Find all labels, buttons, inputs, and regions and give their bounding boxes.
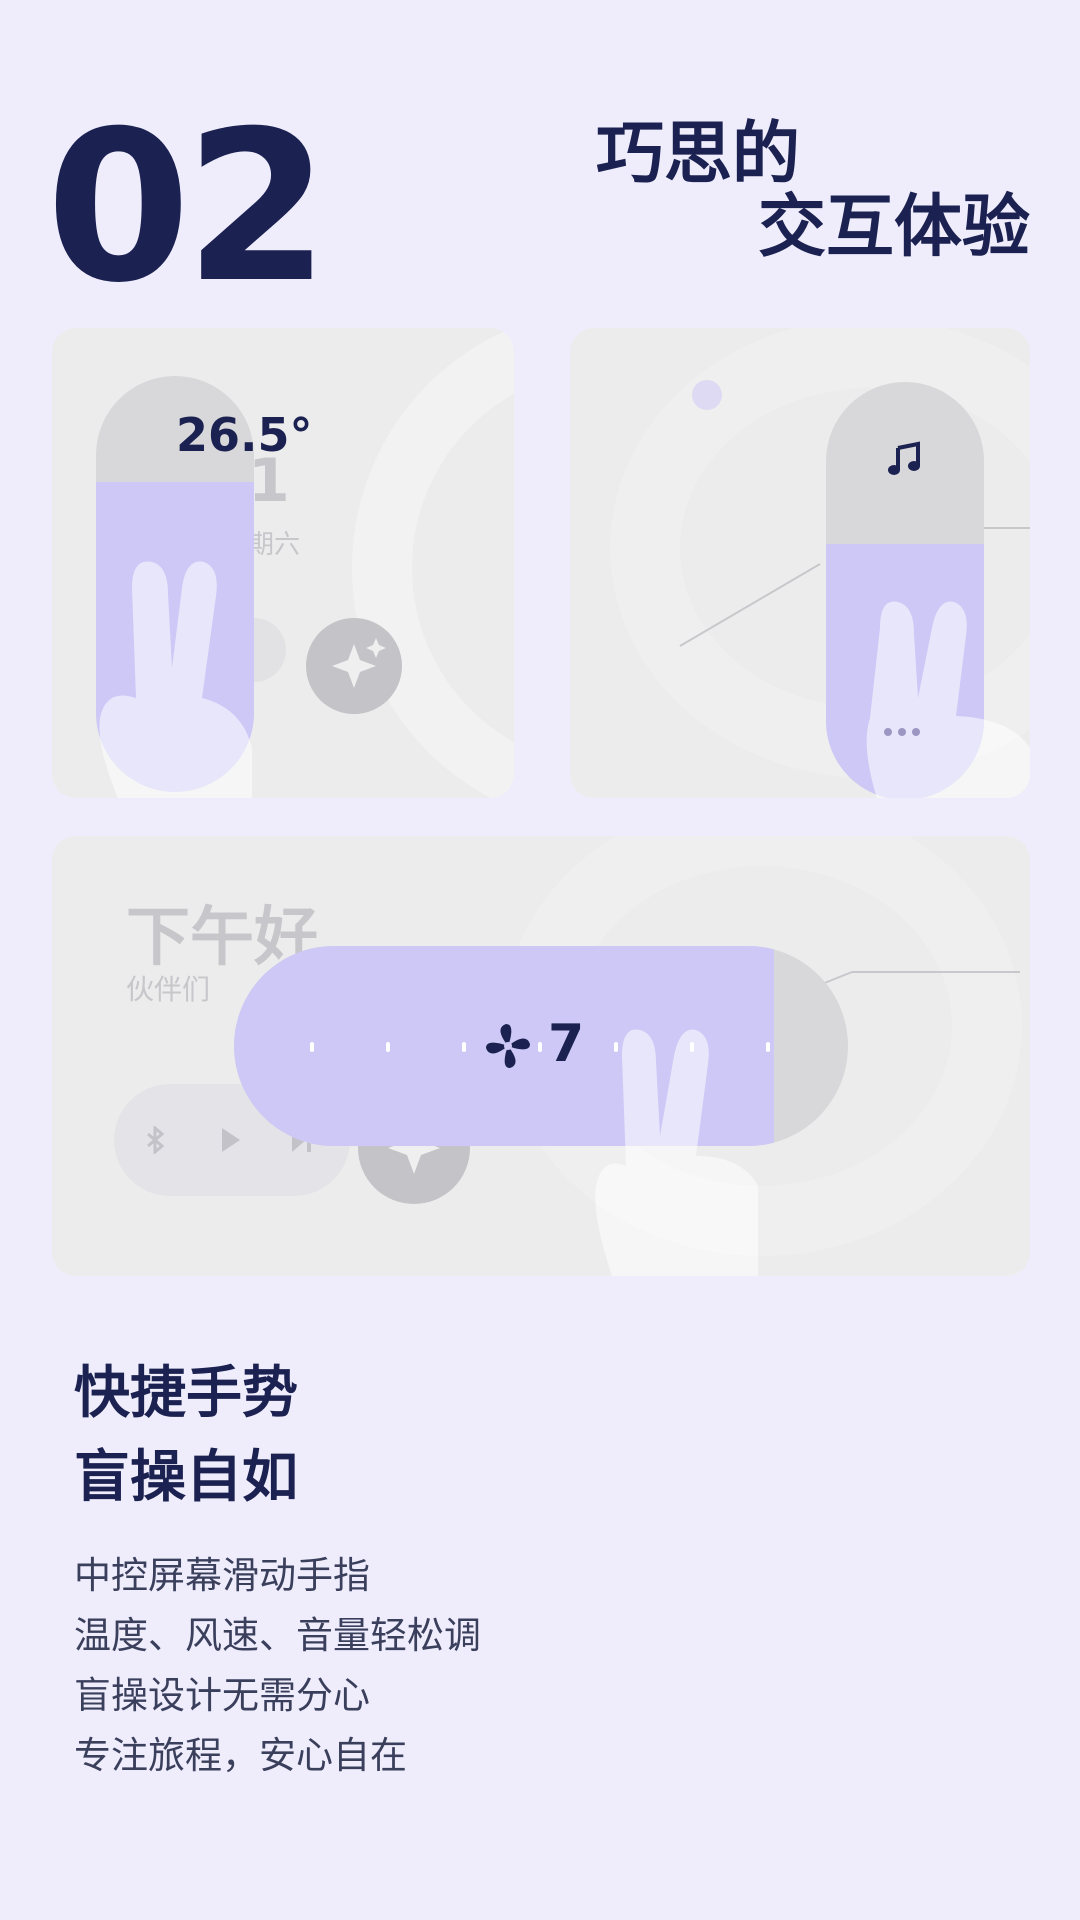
fan-icon [486,1024,530,1068]
section-title: 巧思的 交互体验 [596,118,1030,265]
fan-speed-value: 7 [548,1014,585,1074]
music-note-icon [888,441,920,475]
two-finger-gesture-icon [99,561,252,798]
two-finger-gesture-icon [595,1029,758,1276]
more-dots-icon [884,728,928,738]
feature-desc-line: 温度、风速、音量轻松调 [74,1614,481,1657]
fan-speed-demo-card: 下午好 伙伴们 7 [52,836,1030,1276]
volume-demo-card [570,328,1030,798]
bg-sparkle-icon [306,618,402,714]
feature-description: 中控屏幕滑动手指 温度、风速、音量轻松调 盲操设计无需分心 专注旅程，安心自在 [74,1546,481,1786]
feature-desc-line: 盲操设计无需分心 [74,1674,370,1717]
section-title-line1: 巧思的 [595,115,800,194]
temperature-value: 26.5° [176,408,313,462]
feature-title: 快捷手势 盲操自如 [74,1352,298,1520]
feature-title-line1: 快捷手势 [74,1361,298,1426]
feature-desc-line: 专注旅程，安心自在 [74,1734,407,1777]
two-finger-gesture-icon [866,601,1030,798]
section-number: 02 [46,87,329,329]
temperature-demo-card: 1 期六 26.5° [52,328,514,798]
decor-ring [352,328,514,798]
feature-desc-line: 中控屏幕滑动手指 [74,1554,370,1597]
section-title-line2: 交互体验 [757,188,1030,268]
feature-title-line2: 盲操自如 [74,1445,298,1510]
